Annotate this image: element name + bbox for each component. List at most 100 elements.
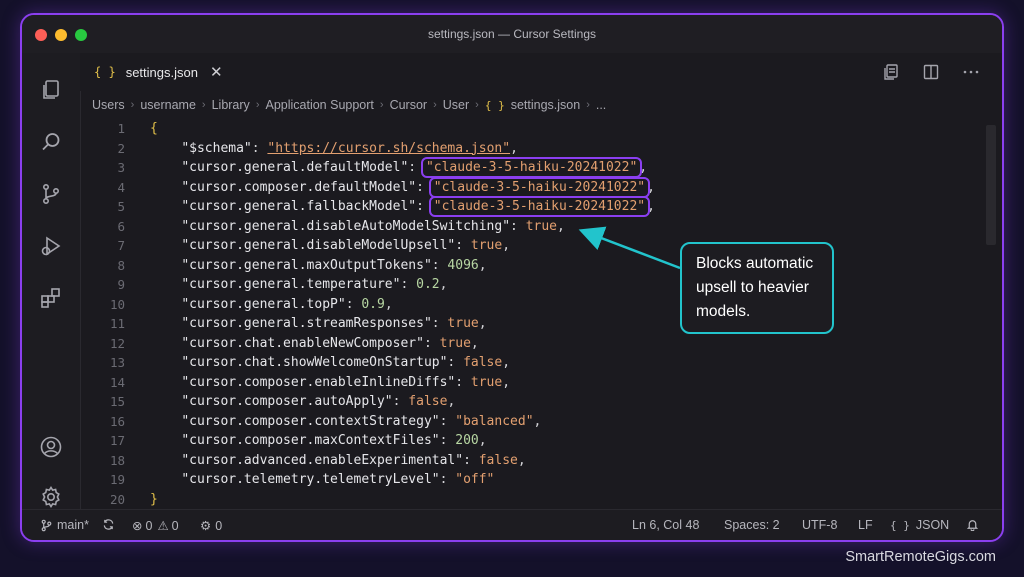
breadcrumb-item[interactable]: Users [92,98,125,112]
line-number: 1 [117,121,125,136]
language-mode[interactable]: { } JSON [890,518,949,532]
line-number: 4 [117,179,125,195]
braces-icon: { } [484,98,505,112]
line-number: 9 [117,277,125,292]
breadcrumb-item[interactable]: username [140,98,196,112]
warning-icon: ⚠ [157,519,169,533]
json-value: "balanced" [455,413,534,429]
json-key: "cursor.composer.defaultModel" [181,179,417,195]
line-number: 16 [109,413,125,429]
json-key: "cursor.chat.showWelcomeOnStartup" [181,355,448,370]
chevron-right-icon: › [255,99,260,111]
line-number: 13 [109,355,125,370]
settings-gear-icon[interactable] [39,485,63,509]
indentation[interactable]: Spaces: 2 [724,518,780,532]
json-key: "cursor.general.defaultModel" [181,160,409,175]
ports-count: 0 [215,518,223,533]
json-key: "cursor.composer.enableInlineDiffs" [181,374,456,390]
braces-icon: { } [890,518,910,532]
json-value: false [408,394,448,409]
brand-watermark: SmartRemoteGigs.com [845,549,996,565]
breadcrumb-item[interactable]: ... [596,98,606,112]
json-value: false [463,355,503,370]
run-debug-icon[interactable] [39,234,63,258]
encoding[interactable]: UTF-8 [802,518,837,532]
explorer-icon[interactable] [39,78,63,102]
line-number: 18 [109,452,125,468]
json-key: "$schema" [181,140,252,156]
json-key: "cursor.general.disableModelUpsell" [181,238,456,253]
code-token: { [150,121,158,136]
line-ending[interactable]: LF [858,518,873,532]
line-number: 19 [109,472,125,487]
json-value: false [478,452,518,468]
breadcrumb-item[interactable]: User [443,98,469,112]
line-number: 12 [109,335,125,351]
json-value: true [525,218,558,234]
chevron-right-icon: › [586,99,590,111]
scrollbar[interactable] [986,125,996,245]
json-value: true [470,374,503,390]
activity-bar [22,53,81,510]
highlighted-model-value: "claude-3-5-haiku-20241022" [428,196,651,217]
more-actions-icon[interactable] [962,63,980,81]
split-editor-icon[interactable] [922,63,940,81]
breadcrumb-item[interactable]: Library [212,98,250,112]
json-key: "cursor.general.streamResponses" [181,316,432,331]
warning-count: 0 [171,518,179,533]
cursor-position[interactable]: Ln 6, Col 48 [632,518,699,532]
chevron-right-icon: › [475,99,479,111]
line-number: 14 [109,374,125,390]
chevron-right-icon: › [433,99,437,111]
line-number: 5 [117,199,125,214]
json-key: "cursor.chat.enableNewComposer" [181,335,424,351]
json-value: 0.9 [361,296,385,312]
ports-indicator[interactable]: ⚙ 0 [200,518,223,534]
git-branch-icon [41,519,52,531]
json-key: "cursor.composer.maxContextFiles" [181,433,440,448]
account-icon[interactable] [39,435,63,459]
editor-window: settings.json — Cursor Settings { } sett… [20,13,1004,542]
ports-icon: ⚙ [200,519,212,533]
problems-indicator[interactable]: ⊗ 0 ⚠ 0 [132,518,179,534]
editor-actions [882,63,980,81]
line-number: 11 [109,316,125,331]
close-tab-icon[interactable]: ✕ [210,63,223,81]
search-icon[interactable] [39,130,63,154]
branch-name: main* [57,518,89,532]
json-key: "cursor.telemetry.telemetryLevel" [181,472,440,487]
json-key: "cursor.composer.autoApply" [181,394,393,409]
json-key: "cursor.general.disableAutoModelSwitchin… [181,218,511,234]
tab-settings-json[interactable]: { } settings.json ✕ [80,53,230,91]
line-number: 17 [109,433,125,448]
branch-indicator[interactable]: main* [40,518,89,532]
sync-icon[interactable] [102,518,115,531]
breadcrumb-item[interactable]: Cursor [390,98,428,112]
status-bar: main* ⊗ 0 ⚠ 0 ⚙ 0 Ln 6, Col 48 Spaces: 2… [22,509,1002,540]
extensions-icon[interactable] [39,286,63,310]
json-key: "cursor.advanced.enableExperimental" [181,452,464,468]
json-value: 4096 [447,257,479,273]
braces-icon: { } [94,65,116,79]
json-value: true [439,335,471,351]
source-control-icon[interactable] [39,182,63,206]
breadcrumb-item[interactable]: Application Support [265,98,373,112]
open-preview-icon[interactable] [882,63,900,81]
schema-link[interactable]: "https://cursor.sh/schema.json" [267,141,510,156]
json-value: 0.2 [416,277,440,292]
json-key: "cursor.composer.contextStrategy" [181,413,440,429]
breadcrumb-item[interactable]: settings.json [511,98,580,112]
code-token: } [150,491,158,507]
notifications-bell-icon[interactable] [966,518,979,531]
json-value: true [447,316,479,331]
tab-bar: { } settings.json ✕ [80,53,1002,91]
chevron-right-icon: › [201,99,206,111]
code-editor[interactable]: 1{ 2 "$schema": "https://cursor.sh/schem… [80,119,984,514]
line-number: 15 [109,394,125,409]
highlighted-model-value: "claude-3-5-haiku-20241022" [428,176,651,198]
error-icon: ⊗ [132,519,143,533]
language-label: JSON [915,518,950,532]
line-number: 2 [117,140,125,156]
json-value: "off" [455,472,495,487]
line-number: 10 [109,296,125,312]
